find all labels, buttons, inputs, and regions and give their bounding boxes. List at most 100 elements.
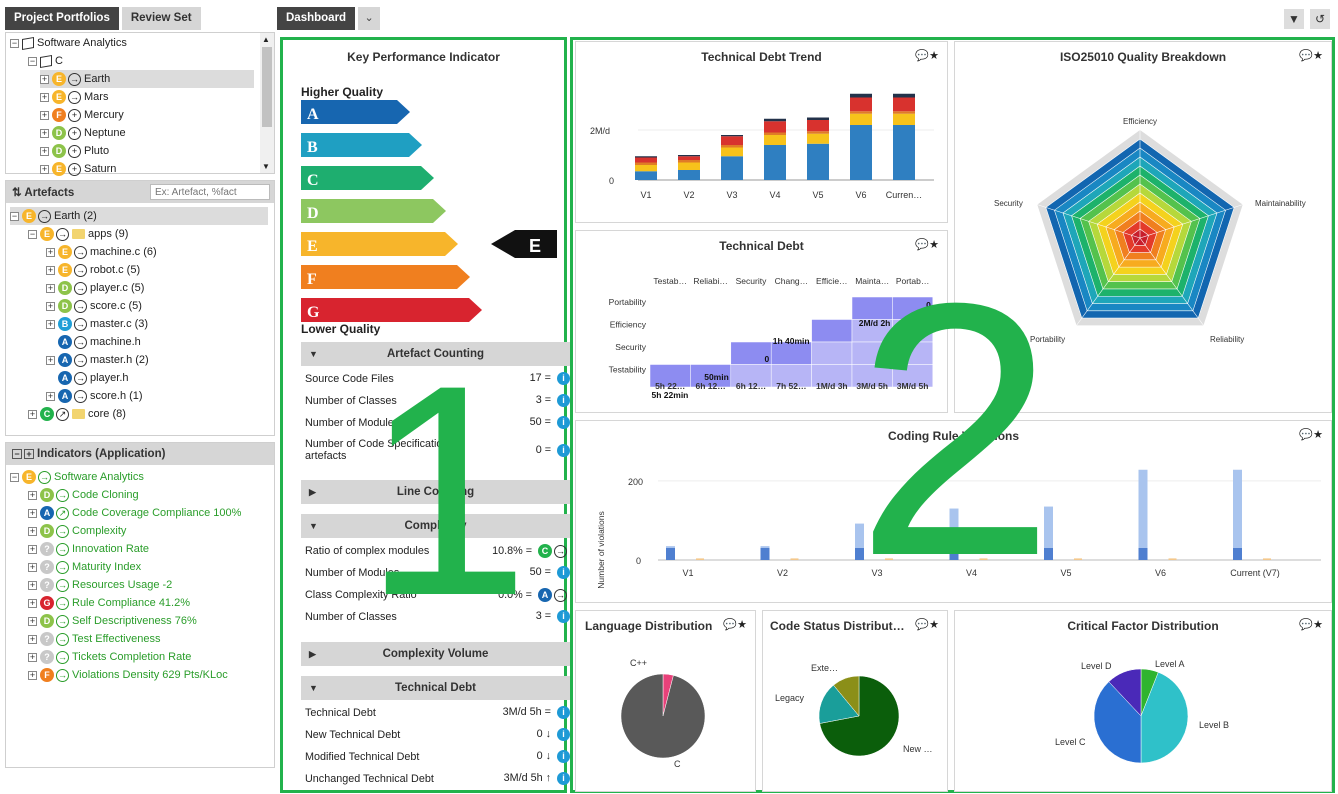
kpi-section-header[interactable]: ▼ Technical Debt xyxy=(301,676,570,700)
indicator-item[interactable]: + D → Complexity xyxy=(28,522,126,540)
indicator-item[interactable]: + D → Code Cloning xyxy=(28,486,139,504)
indicator-item[interactable]: +? → Maturity Index xyxy=(28,558,141,576)
expand-toggle-icon[interactable]: + xyxy=(28,508,37,518)
artefact-item[interactable]: − E → apps (9) xyxy=(28,225,128,243)
expand-toggle-icon[interactable]: + xyxy=(40,128,49,138)
expand-toggle-icon[interactable]: + xyxy=(28,598,37,608)
indicator-item[interactable]: + D → Self Descriptiveness 76% xyxy=(28,612,197,630)
expand-toggle-icon[interactable]: − xyxy=(28,229,37,239)
kpi-label: Number of Modules xyxy=(305,416,400,429)
indicator-item[interactable]: +? → Tickets Completion Rate xyxy=(28,648,191,666)
indicator-item[interactable]: + F → Violations Density 629 Pts/KLoc xyxy=(28,666,228,684)
artefact-item[interactable]: + D → score.c (5) xyxy=(46,297,142,315)
artefact-search-input[interactable] xyxy=(150,184,270,200)
collapse-icon[interactable]: ▼ xyxy=(309,676,318,700)
artefact-item[interactable]: A → machine.h xyxy=(46,333,141,351)
expand-toggle-icon[interactable]: + xyxy=(28,409,37,419)
kpi-section-header[interactable]: ▼ Complexity xyxy=(301,514,570,538)
tree-item[interactable]: + E → Earth xyxy=(40,70,254,88)
info-icon[interactable]: i xyxy=(557,443,570,457)
info-icon[interactable]: i xyxy=(557,372,570,385)
info-icon[interactable]: i xyxy=(557,416,570,429)
expand-toggle-icon[interactable]: + xyxy=(40,146,49,156)
bar-segment xyxy=(635,165,657,172)
expand-toggle-icon[interactable]: + xyxy=(40,164,49,174)
tree-item[interactable]: + F + Mercury xyxy=(40,106,124,124)
expand-toggle-icon[interactable]: + xyxy=(46,265,55,275)
artefact-item[interactable]: + B → master.c (3) xyxy=(46,315,148,333)
indicator-item[interactable]: + G → Rule Compliance 41.2% xyxy=(28,594,190,612)
expand-toggle-icon[interactable]: − xyxy=(28,56,37,66)
expand-toggle-icon[interactable]: + xyxy=(46,355,55,365)
info-icon[interactable]: i xyxy=(557,610,570,623)
tab-dashboard[interactable]: Dashboard xyxy=(277,7,356,30)
bar-segment xyxy=(850,93,872,98)
expand-toggle-icon[interactable]: − xyxy=(10,211,19,221)
tree-item[interactable]: + D + Pluto xyxy=(40,142,109,160)
folder-icon xyxy=(72,409,85,419)
indicator-item[interactable]: +? → Test Effectiveness xyxy=(28,630,160,648)
tree-item[interactable]: + E → Mars xyxy=(40,88,108,106)
tree-item[interactable]: + D + Neptune xyxy=(40,124,126,142)
expand-toggle-icon[interactable]: + xyxy=(40,110,49,120)
expand-toggle-icon[interactable]: + xyxy=(46,283,55,293)
tree-item[interactable]: + E + Saturn xyxy=(40,160,116,178)
expand-toggle-icon[interactable]: + xyxy=(28,634,37,644)
expand-toggle-icon[interactable]: + xyxy=(40,74,49,84)
expand-toggle-icon[interactable]: + xyxy=(28,562,37,572)
expand-toggle-icon[interactable]: + xyxy=(28,490,37,500)
artefact-item[interactable]: + C ↗ core (8) xyxy=(28,405,126,423)
expand-icon[interactable]: ▶ xyxy=(309,480,316,504)
artefact-item[interactable]: + E → robot.c (5) xyxy=(46,261,140,279)
expand-toggle-icon[interactable]: + xyxy=(28,670,37,680)
tab-review-set[interactable]: Review Set xyxy=(121,7,201,30)
tree-item[interactable]: − C xyxy=(28,52,63,70)
indicator-item[interactable]: − E → Software Analytics xyxy=(10,468,144,486)
kpi-section-header[interactable]: ▶ Complexity Volume xyxy=(301,642,570,666)
chevron-down-icon[interactable]: ⌄ xyxy=(358,7,381,30)
artefact-item[interactable]: A → player.h xyxy=(46,369,129,387)
tab-project-portfolios[interactable]: Project Portfolios xyxy=(5,7,119,30)
info-icon[interactable]: i xyxy=(557,566,570,579)
scroll-down-icon[interactable]: ▼ xyxy=(262,162,270,171)
expand-toggle-icon[interactable]: + xyxy=(28,616,37,626)
indicator-item[interactable]: +? → Resources Usage -2 xyxy=(28,576,172,594)
collapse-icon[interactable]: ▼ xyxy=(309,514,318,538)
expand-toggle-icon[interactable]: + xyxy=(28,652,37,662)
indicator-item[interactable]: + A ↗ Code Coverage Compliance 100% xyxy=(28,504,241,522)
tree-item[interactable]: − Software Analytics xyxy=(10,34,127,52)
expand-toggle-icon[interactable]: + xyxy=(40,92,49,102)
info-icon[interactable]: i xyxy=(557,706,570,719)
kpi-section-header[interactable]: ▼ Artefact Counting xyxy=(301,342,570,366)
artefact-item[interactable]: + D → player.c (5) xyxy=(46,279,144,297)
indicator-item[interactable]: +? → Innovation Rate xyxy=(28,540,149,558)
info-icon[interactable]: i xyxy=(557,394,570,407)
info-icon[interactable]: i xyxy=(557,728,570,741)
history-icon[interactable]: ↺ xyxy=(1310,9,1330,29)
expand-icon[interactable]: ▶ xyxy=(309,642,316,666)
expand-toggle-icon[interactable]: + xyxy=(28,580,37,590)
expand-toggle-icon[interactable]: − xyxy=(10,38,19,48)
info-icon[interactable]: i xyxy=(557,772,570,785)
scroll-up-icon[interactable]: ▲ xyxy=(262,35,270,44)
collapse-icon[interactable]: ▼ xyxy=(309,342,318,366)
expand-toggle-icon[interactable]: + xyxy=(46,391,55,401)
artefact-item[interactable]: − E → Earth (2) xyxy=(10,207,268,225)
expand-icon[interactable]: + xyxy=(24,449,34,459)
artefact-item[interactable]: + E → machine.c (6) xyxy=(46,243,157,261)
artefact-item[interactable]: + A → score.h (1) xyxy=(46,387,143,405)
expand-toggle-icon[interactable]: + xyxy=(46,301,55,311)
scrollbar[interactable]: ▲ ▼ xyxy=(260,33,274,173)
sort-icon[interactable]: ⇅ xyxy=(12,187,22,199)
info-icon[interactable]: i xyxy=(557,750,570,763)
rating-badge-icon: B xyxy=(58,317,72,331)
expand-toggle-icon[interactable]: − xyxy=(10,472,19,482)
artefact-item[interactable]: + A → master.h (2) xyxy=(46,351,149,369)
expand-toggle-icon[interactable]: + xyxy=(28,544,37,554)
expand-toggle-icon[interactable]: + xyxy=(28,526,37,536)
collapse-icon[interactable]: − xyxy=(12,449,22,459)
filter-icon[interactable]: ▼ xyxy=(1284,9,1304,29)
expand-toggle-icon[interactable]: + xyxy=(46,319,55,329)
expand-toggle-icon[interactable]: + xyxy=(46,247,55,257)
kpi-section-header[interactable]: ▶ Line Counting xyxy=(301,480,570,504)
